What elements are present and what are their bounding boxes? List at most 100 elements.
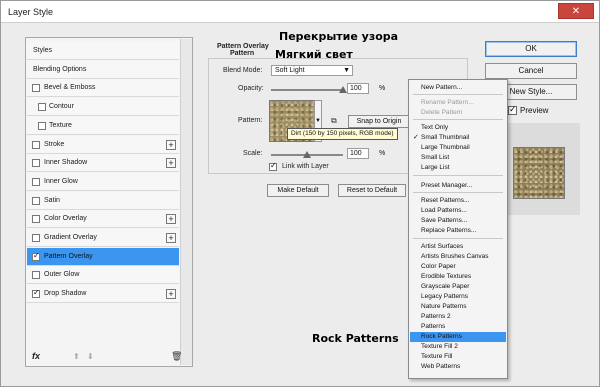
- menu-item-text-only[interactable]: Text Only: [410, 123, 506, 133]
- menu-item-label: Color Paper: [421, 263, 456, 270]
- menu-item-legacy-patterns[interactable]: Legacy Patterns: [410, 292, 506, 302]
- style-checkbox[interactable]: [38, 103, 46, 112]
- menu-item-label: Texture Fill 2: [421, 343, 458, 350]
- menu-item-label: Artists Brushes Canvas: [421, 253, 489, 260]
- move-up-icon[interactable]: ⬆: [73, 352, 80, 361]
- menu-item-label: Erodible Textures: [421, 273, 472, 280]
- menu-item-reset-patterns[interactable]: Reset Patterns...: [410, 196, 506, 206]
- style-checkbox[interactable]: [32, 288, 40, 299]
- annotation-overlay-ru: Перекрытие узора: [279, 30, 399, 43]
- trash-icon[interactable]: 🗑: [171, 351, 182, 362]
- chevron-down-icon: ▼: [343, 67, 350, 74]
- close-button[interactable]: ✕: [558, 3, 594, 19]
- add-effect-icon[interactable]: +: [166, 158, 176, 169]
- menu-item-large-thumbnail[interactable]: Large Thumbnail: [410, 143, 506, 153]
- menu-item-patterns[interactable]: Patterns: [410, 322, 506, 332]
- add-effect-icon[interactable]: +: [166, 233, 176, 243]
- style-checkbox[interactable]: [32, 271, 40, 280]
- style-item-inner-shadow[interactable]: Inner Shadow +: [27, 154, 179, 173]
- menu-item-replace-patterns[interactable]: Replace Patterns...: [410, 226, 506, 236]
- checkmark-icon: ✓: [413, 134, 419, 141]
- menu-item-load-patterns[interactable]: Load Patterns...: [410, 206, 506, 216]
- style-item-texture[interactable]: Texture: [27, 116, 179, 135]
- menu-item-label: Reset Patterns...: [421, 197, 470, 204]
- menu-item-new-pattern[interactable]: New Pattern...: [410, 83, 506, 93]
- menu-item-artists-brushes-canvas[interactable]: Artists Brushes Canvas: [410, 252, 506, 262]
- scale-slider-thumb[interactable]: [303, 151, 311, 158]
- link-with-layer-label: Link with Layer: [282, 163, 329, 170]
- menu-item-web-patterns[interactable]: Web Patterns: [410, 362, 506, 372]
- make-default-button[interactable]: Make Default: [267, 184, 329, 197]
- style-item-bevel-emboss[interactable]: Bevel & Emboss: [27, 79, 179, 98]
- style-item-label: Color Overlay: [44, 215, 87, 223]
- menu-item-rename-pattern[interactable]: Rename Pattern...: [410, 98, 506, 108]
- style-checkbox[interactable]: [38, 121, 46, 130]
- style-checkbox[interactable]: [32, 177, 40, 186]
- menu-item-small-list[interactable]: Small List: [410, 153, 506, 163]
- add-effect-icon[interactable]: +: [166, 289, 176, 300]
- move-down-icon[interactable]: ⬇: [87, 352, 94, 361]
- scale-percent: %: [379, 150, 386, 157]
- link-with-layer-checkbox[interactable]: [269, 161, 277, 171]
- opacity-slider-thumb[interactable]: [339, 86, 347, 93]
- reset-to-default-button[interactable]: Reset to Default: [338, 184, 406, 197]
- menu-item-save-patterns[interactable]: Save Patterns...: [410, 216, 506, 226]
- scale-input[interactable]: 100: [347, 148, 369, 159]
- style-checkbox[interactable]: [32, 234, 40, 242]
- menu-item-nature-patterns[interactable]: Nature Patterns: [410, 302, 506, 312]
- menu-item-grayscale-paper[interactable]: Grayscale Paper: [410, 282, 506, 292]
- menu-item-large-list[interactable]: Large List: [410, 163, 506, 173]
- opacity-input[interactable]: 100: [347, 83, 369, 94]
- ok-button[interactable]: OK: [485, 41, 577, 57]
- menu-item-color-paper[interactable]: Color Paper: [410, 262, 506, 272]
- menu-item-artist-surfaces[interactable]: Artist Surfaces: [410, 242, 506, 252]
- menu-item-erodible-textures[interactable]: Erodible Textures: [410, 272, 506, 282]
- layer-style-dialog: Layer Style ✕ Styles Blending Options Beve…: [0, 0, 600, 387]
- style-checkbox[interactable]: [32, 140, 40, 149]
- style-item-blending-options[interactable]: Blending Options: [27, 60, 179, 79]
- style-item-satin[interactable]: Satin: [27, 191, 179, 210]
- style-item-color-overlay[interactable]: Color Overlay +: [27, 210, 179, 229]
- style-item-stroke[interactable]: Stroke +: [27, 135, 179, 154]
- menu-item-texture-fill[interactable]: Texture Fill: [410, 352, 506, 362]
- style-checkbox[interactable]: [32, 84, 40, 93]
- styles-list-scrollbar[interactable]: [180, 39, 192, 365]
- style-checkbox[interactable]: [32, 251, 40, 261]
- style-item-label: Outer Glow: [44, 271, 80, 279]
- style-item-label: Inner Shadow: [44, 159, 88, 167]
- snap-to-origin-button[interactable]: Snap to Origin: [348, 115, 410, 128]
- menu-item-label: Rename Pattern...: [421, 99, 474, 106]
- menu-item-patterns-2[interactable]: Patterns 2: [410, 312, 506, 322]
- opacity-slider[interactable]: [271, 89, 343, 91]
- new-preset-icon[interactable]: ⧉: [331, 116, 337, 126]
- style-item-label: Gradient Overlay: [44, 234, 97, 241]
- style-item-styles[interactable]: Styles: [27, 42, 179, 60]
- group-subtitle: Pattern: [230, 50, 255, 57]
- style-item-contour[interactable]: Contour: [27, 98, 179, 117]
- add-effect-icon[interactable]: +: [166, 139, 176, 150]
- cancel-button[interactable]: Cancel: [485, 63, 577, 79]
- menu-item-label: Artist Surfaces: [421, 243, 464, 250]
- style-checkbox[interactable]: [32, 215, 40, 224]
- style-item-pattern-overlay[interactable]: Pattern Overlay: [27, 247, 179, 266]
- menu-item-small-thumbnail[interactable]: ✓ Small Thumbnail: [410, 133, 506, 143]
- menu-item-label: Preset Manager...: [421, 182, 473, 189]
- style-item-gradient-overlay[interactable]: Gradient Overlay +: [27, 229, 179, 247]
- opacity-percent: %: [379, 85, 386, 92]
- menu-item-rock-patterns[interactable]: Rock Patterns: [410, 332, 506, 342]
- style-item-outer-glow[interactable]: Outer Glow: [27, 266, 179, 285]
- menu-item-delete-pattern[interactable]: Delete Pattern: [410, 108, 506, 118]
- fx-icon[interactable]: fx: [32, 351, 40, 361]
- menu-item-preset-manager[interactable]: Preset Manager...: [410, 181, 506, 191]
- pattern-label: Pattern:: [238, 117, 263, 124]
- menu-item-texture-fill-2[interactable]: Texture Fill 2: [410, 342, 506, 352]
- preview-checkbox[interactable]: [508, 104, 517, 115]
- blend-mode-select[interactable]: Soft Light ▼: [271, 65, 353, 76]
- style-item-inner-glow[interactable]: Inner Glow: [27, 172, 179, 191]
- style-checkbox[interactable]: [32, 159, 40, 168]
- style-checkbox[interactable]: [32, 196, 40, 205]
- add-effect-icon[interactable]: +: [166, 214, 176, 225]
- window-title: Layer Style: [8, 7, 54, 17]
- blend-mode-label: Blend Mode:: [223, 67, 263, 74]
- style-item-drop-shadow[interactable]: Drop Shadow +: [27, 285, 179, 304]
